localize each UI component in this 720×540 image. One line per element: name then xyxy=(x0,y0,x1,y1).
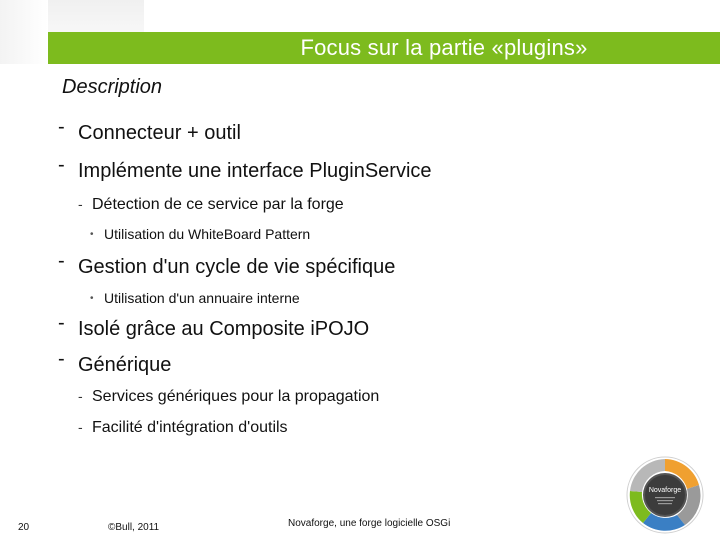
bullet-item: - Facilité d'intégration d'outils xyxy=(78,419,288,437)
bullet-marker: - xyxy=(58,154,65,176)
bullet-text: Utilisation d'un annuaire interne xyxy=(104,290,300,306)
bullet-marker: • xyxy=(90,229,94,240)
bullet-marker: - xyxy=(78,196,83,212)
bullet-text: Générique xyxy=(78,354,172,376)
slide-title: Focus sur la partie «plugins» xyxy=(300,35,588,60)
bullet-text: Facilité d'intégration d'outils xyxy=(92,419,288,436)
bullet-marker: • xyxy=(90,293,94,304)
bullet-item: - Services génériques pour la propagatio… xyxy=(78,388,379,406)
section-label: Description xyxy=(62,76,163,98)
bullet-item: - Générique xyxy=(58,348,172,377)
bullet-text: Utilisation du WhiteBoard Pattern xyxy=(104,226,311,242)
bullet-item: - Isolé grâce au Composite iPOJO xyxy=(58,312,370,341)
novaforge-logo: Novaforge xyxy=(626,456,704,534)
left-header-shade xyxy=(0,0,48,64)
logo-center-label: Novaforge xyxy=(649,487,681,494)
bullet-item: - Implémente une interface PluginService xyxy=(58,154,432,183)
bullet-text: Isolé grâce au Composite iPOJO xyxy=(78,318,370,340)
bullet-text: Implémente une interface PluginService xyxy=(78,160,432,182)
top-strip-shade xyxy=(48,0,144,32)
bullet-item: • Utilisation d'un annuaire interne xyxy=(90,290,300,306)
bullet-text: Détection de ce service par la forge xyxy=(92,196,344,213)
bullet-text: Connecteur + outil xyxy=(78,122,241,144)
bullet-marker: - xyxy=(78,419,83,435)
bullet-text: Services génériques pour la propagation xyxy=(92,388,380,405)
footer-title: Novaforge, une forge logicielle OSGi xyxy=(288,518,451,529)
bullet-marker: - xyxy=(58,348,65,370)
bullet-marker: - xyxy=(78,388,83,404)
bullet-item: • Utilisation du WhiteBoard Pattern xyxy=(90,226,310,242)
top-strip xyxy=(48,0,720,32)
bullet-marker: - xyxy=(58,116,65,138)
copyright-text: ©Bull, 2011 xyxy=(108,522,160,533)
page-number: 20 xyxy=(18,522,30,533)
bullet-text: Gestion d'un cycle de vie spécifique xyxy=(78,256,396,278)
bullet-marker: - xyxy=(58,250,65,272)
bullet-item: - Gestion d'un cycle de vie spécifique xyxy=(58,250,396,279)
title-bar: Focus sur la partie «plugins» xyxy=(48,32,720,64)
bullet-marker: - xyxy=(58,312,65,334)
bullet-item: - Connecteur + outil xyxy=(58,116,241,145)
bullet-item: - Détection de ce service par la forge xyxy=(78,196,344,214)
